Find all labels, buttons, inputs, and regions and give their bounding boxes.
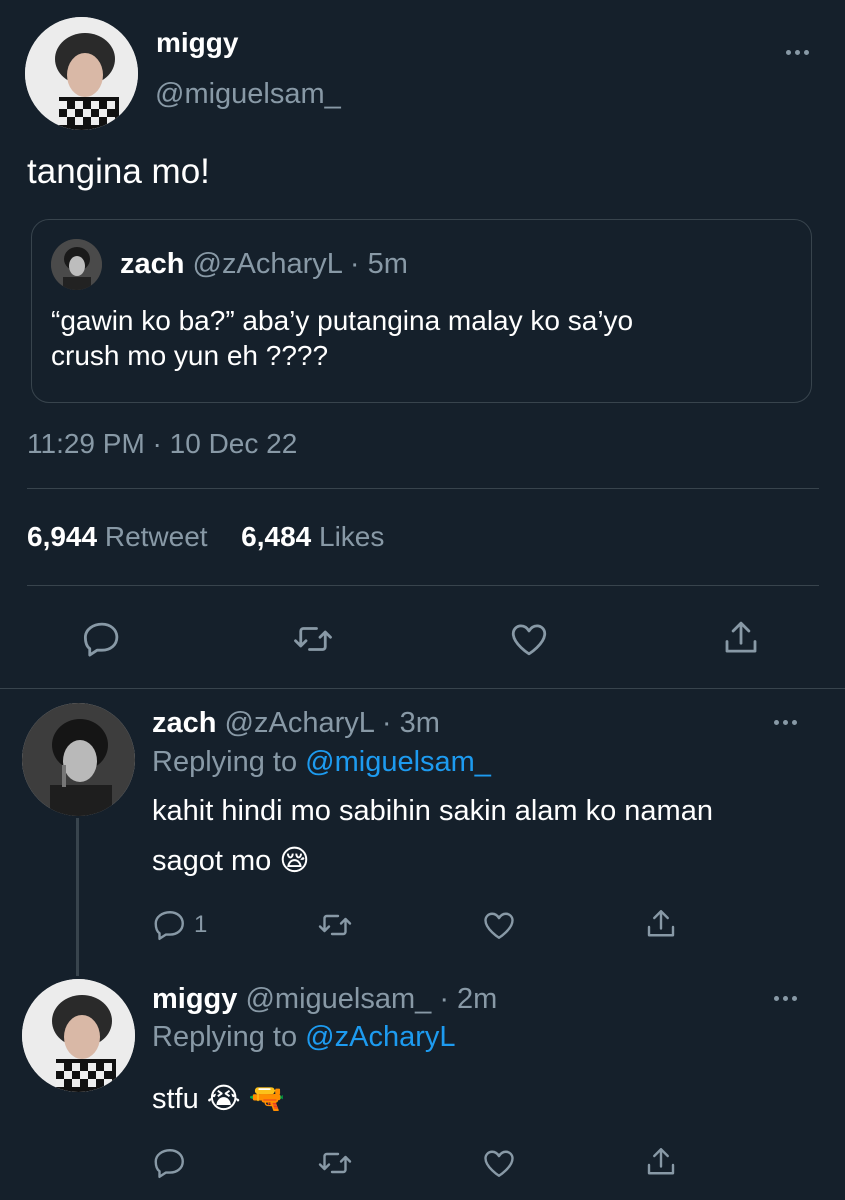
replying-to: Replying to @zAcharyL [152,1021,455,1054]
share-icon[interactable] [643,1143,679,1181]
reply-text-line1: stfu 😭 🔫 [152,1083,285,1115]
replying-to-link[interactable]: @zAcharyL [305,1021,455,1053]
quoted-text-line2: crush mo yun eh ???? [51,340,329,371]
likes-label[interactable]: Likes [319,521,384,552]
tweet-stats: 6,944 Retweet 6,484 Likes [27,521,384,553]
like-icon[interactable] [481,1145,517,1181]
replying-label: Replying to [152,1021,298,1053]
avatar-miggy[interactable] [25,17,138,130]
divider [0,688,845,689]
reply-text-line1: kahit hindi mo sabihin sakin alam ko nam… [152,795,713,827]
reply-icon[interactable] [81,618,123,660]
reply-time[interactable]: 3m [400,707,440,739]
reply-author-name[interactable]: zach [152,707,216,739]
quoted-separator: · [349,248,360,280]
reply-header: miggy @miguelsam_ · 2m [152,983,497,1016]
quoted-author-name[interactable]: zach [120,248,184,280]
retweet-icon[interactable] [316,1145,354,1181]
more-options-icon[interactable] [774,720,797,725]
like-icon[interactable] [481,907,517,943]
avatar-zach[interactable] [22,703,135,816]
reply-text-line2: sagot mo 😪 [152,845,310,877]
author-handle[interactable]: @miguelsam_ [155,78,341,111]
quoted-header: zach @zAcharyL · 5m [120,248,408,281]
reply-header: zach @zAcharyL · 3m [152,707,440,740]
reply-time[interactable]: 2m [457,983,497,1015]
like-icon[interactable] [508,618,550,660]
replying-to: Replying to @miguelsam_ [152,746,491,779]
reply-separator: · [381,707,392,739]
quoted-time[interactable]: 5m [368,248,408,280]
more-options-icon[interactable] [786,50,809,55]
retweet-icon[interactable] [291,618,335,660]
author-name[interactable]: miggy [156,27,238,59]
likes-count[interactable]: 6,484 [241,521,311,552]
retweet-icon[interactable] [316,907,354,943]
thread-line [76,818,79,976]
retweet-label[interactable]: Retweet [105,521,208,552]
reply-author-handle[interactable]: @zAcharyL [225,707,374,739]
reply-separator: · [439,983,449,1015]
share-icon[interactable] [720,616,762,660]
avatar-zach-small [51,239,102,290]
divider [27,488,819,489]
reply-author-handle[interactable]: @miguelsam_ [245,983,431,1015]
avatar-miggy[interactable] [22,979,135,1092]
divider [27,585,819,586]
replying-to-link[interactable]: @miguelsam_ [305,746,491,778]
more-options-icon[interactable] [774,996,797,1001]
share-icon[interactable] [643,905,679,943]
tweet-timestamp[interactable]: 11:29 PM · 10 Dec 22 [27,428,297,460]
retweet-count[interactable]: 6,944 [27,521,97,552]
reply-count: 1 [194,911,208,938]
reply-author-name[interactable]: miggy [152,983,237,1015]
reply-icon[interactable]: 1 [152,907,207,943]
quoted-author-handle[interactable]: @zAcharyL [193,248,342,280]
replying-label: Replying to [152,746,298,778]
quoted-text-line1: “gawin ko ba?” aba’y putangina malay ko … [51,305,634,336]
reply-icon[interactable] [152,1145,188,1181]
tweet-text: tangina mo! [27,152,210,191]
